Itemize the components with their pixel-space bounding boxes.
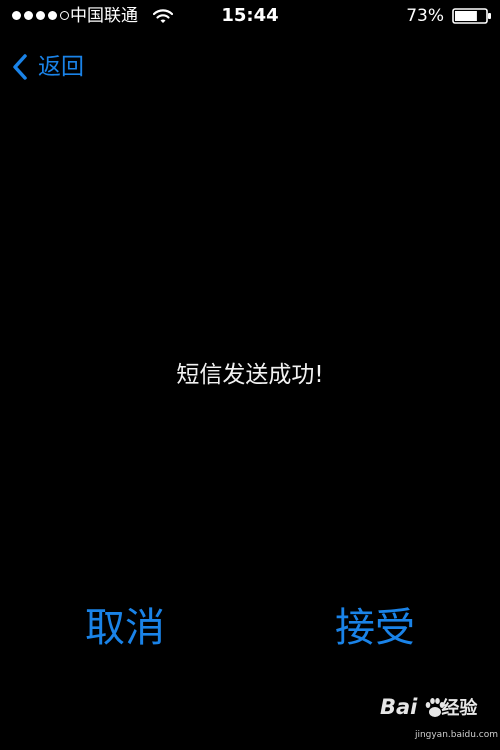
back-button[interactable]: 返回 [10, 50, 84, 84]
watermark-logo-right: 经验 [441, 698, 478, 719]
back-label: 返回 [38, 54, 84, 80]
baidu-jingyan-watermark: Bai 经验 jingyan.baidu.com [380, 695, 498, 747]
sms-sent-message: 短信发送成功! [176, 362, 324, 388]
status-bar: 中国联通 15:44 73% [0, 0, 500, 34]
watermark-logo-left: Bai [380, 695, 418, 719]
battery-icon [452, 8, 491, 24]
chevron-left-icon [13, 54, 27, 80]
accept-button[interactable]: 接受 [305, 598, 445, 658]
battery-percent: 73% [406, 6, 444, 26]
paw-icon [425, 698, 445, 717]
cancel-button[interactable]: 取消 [55, 598, 195, 658]
battery-fill [455, 11, 477, 21]
watermark-site: jingyan.baidu.com [414, 730, 498, 740]
